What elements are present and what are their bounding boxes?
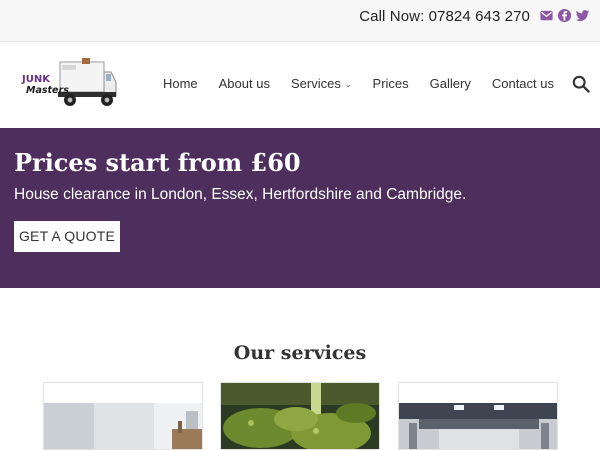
social-links — [539, 8, 590, 23]
twitter-icon[interactable] — [575, 8, 590, 23]
facebook-icon[interactable] — [557, 8, 572, 23]
empty-room-photo — [44, 383, 202, 449]
hero-subtitle: House clearance in London, Essex, Hertfo… — [14, 186, 467, 203]
search-icon[interactable] — [572, 75, 590, 93]
garden-plants-photo — [221, 383, 379, 449]
hero-banner: Prices start from £60 House clearance in… — [0, 128, 600, 288]
nav-home[interactable]: Home — [163, 76, 198, 93]
svg-text:JUNK: JUNK — [21, 74, 51, 85]
get-a-quote-button[interactable]: GET A QUOTE — [14, 221, 120, 252]
junk-masters-logo[interactable]: JUNK Masters — [20, 58, 118, 110]
services-heading: Our services — [233, 342, 367, 364]
service-card-garden[interactable] — [220, 382, 380, 450]
hero-title: Prices start from £60 — [14, 148, 301, 177]
nav-contact-us[interactable]: Contact us — [492, 76, 554, 93]
call-now-text[interactable]: Call Now: 07824 643 270 — [359, 8, 530, 25]
nav-services-label: Services — [290, 76, 341, 91]
chevron-down-icon: ⌄ — [344, 80, 352, 89]
main-nav: Home About us Services ⌄ Prices Gallery C… — [142, 76, 554, 93]
service-card-office[interactable] — [398, 382, 558, 450]
nav-gallery[interactable]: Gallery — [430, 76, 471, 93]
email-icon[interactable] — [539, 8, 554, 23]
nav-about-us[interactable]: About us — [219, 76, 270, 93]
svg-text:Masters: Masters — [26, 85, 69, 96]
nav-prices[interactable]: Prices — [373, 76, 409, 93]
service-card-empty-room[interactable] — [43, 382, 203, 450]
office-ceiling-photo — [399, 383, 557, 449]
nav-services[interactable]: Services ⌄ — [291, 76, 352, 93]
site-header: JUNK Masters Home About us Services ⌄ Pri… — [0, 42, 600, 128]
top-bar: Call Now: 07824 643 270 — [0, 0, 600, 42]
